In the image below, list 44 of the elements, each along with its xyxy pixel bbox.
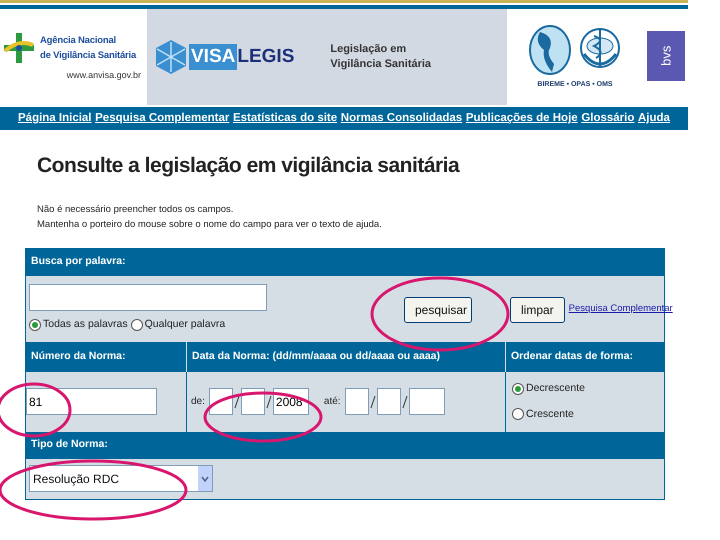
type-dropdown[interactable]: Resolução RDC (29, 465, 213, 492)
logo-text: VISA (189, 44, 238, 70)
bvs-text: bvs (657, 46, 674, 66)
star-logo-icon (153, 39, 189, 75)
agency-name: Agência Nacional (40, 34, 117, 48)
date-label: até: (324, 395, 341, 409)
date-label: de: (191, 395, 205, 409)
nav-link[interactable]: Estatísticas do site (232, 110, 338, 128)
nav-link[interactable]: Publicações de Hoje (466, 110, 578, 128)
date-separator-icon (234, 394, 240, 408)
clear-button[interactable]: limpar (510, 296, 565, 322)
nav-link[interactable]: Normas Consolidadas (340, 110, 462, 128)
globe-icon (528, 24, 572, 76)
section-label: Ordenar datas de forma: (511, 348, 633, 364)
nav-link[interactable]: Pesquisa Complementar (95, 110, 230, 128)
instruction-text: Não é necessário preencher todos os campos. (37, 202, 234, 216)
section-label: Busca por palavra: (31, 254, 126, 270)
radio-option[interactable]: Qualquer palavra (130, 317, 226, 333)
radio-option[interactable]: Todas as palavras (29, 317, 128, 333)
tagline: Vigilância Sanitária (330, 57, 432, 72)
agency-name: de Vigilância Sanitária (40, 49, 136, 64)
section-label: Número da Norma: (31, 348, 126, 364)
nav-link[interactable]: Glossário (581, 110, 634, 128)
radio-option[interactable]: Decrescente (512, 380, 658, 396)
section-label: Tipo de Norma: (31, 437, 108, 452)
section-label: Data da Norma: (dd/mm/aaaa ou dd/aaaa ou aaaa) (192, 348, 440, 364)
input-field[interactable] (29, 284, 267, 312)
date-separator-icon (402, 394, 408, 408)
number-field[interactable]: 81 (26, 388, 157, 415)
page-title: Consulte a legislação em vigilância sanitária (37, 153, 461, 179)
cross-logo-icon (2, 31, 36, 66)
date-separator-icon (266, 394, 272, 408)
search-button[interactable]: pesquisar (404, 296, 472, 322)
instruction-text: Mantenha o porteiro do mouse sobre o nome do campo para ver o texto de ajuda. (37, 218, 383, 232)
month-field[interactable] (376, 388, 401, 415)
year-field[interactable] (408, 388, 445, 415)
day-field[interactable] (344, 388, 369, 415)
tagline: Legislação em (330, 42, 408, 57)
nav-link[interactable]: Página Inicial (18, 110, 92, 128)
radio-option[interactable]: Crescente (512, 406, 658, 422)
nav-link[interactable]: Ajuda (638, 110, 670, 128)
date-separator-icon (370, 394, 376, 408)
logo-text: LEGIS (237, 45, 294, 69)
agency-url: www.anvisa.gov.br (66, 69, 142, 82)
